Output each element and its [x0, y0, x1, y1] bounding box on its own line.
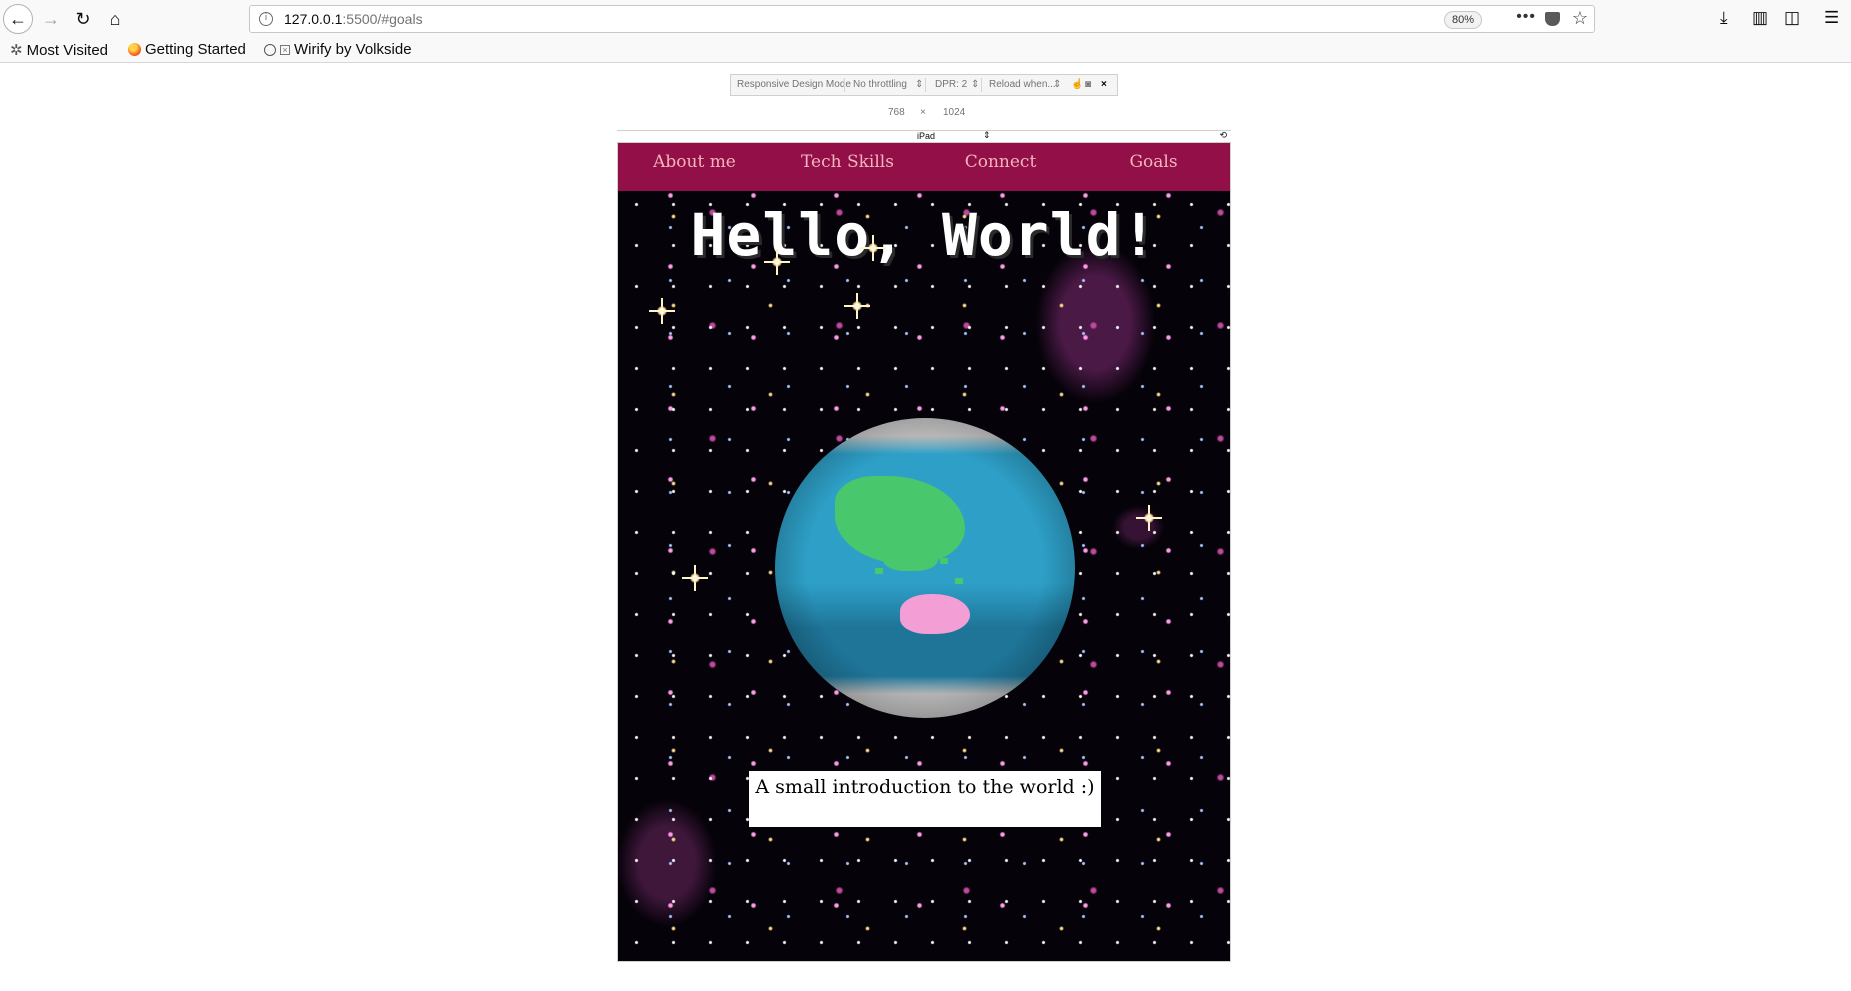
site-nav: About me Tech Skills Connect Goals [618, 143, 1230, 191]
bookmark-wirify[interactable]: × Wirify by Volkside [264, 41, 412, 58]
camera-icon[interactable]: ◙ [1085, 79, 1091, 90]
close-box-icon: × [280, 44, 290, 55]
sparkle-star [1136, 505, 1162, 531]
nav-goals[interactable]: Goals [1077, 143, 1230, 191]
browser-toolbar: ← → ↻ ⌂ i 127.0.0.1:5500/#goals 80% ••• … [0, 0, 1851, 38]
touch-icon[interactable]: ☝ [1071, 79, 1083, 90]
dpr-select[interactable]: DPR: 2 [935, 79, 967, 90]
sidebar-icon[interactable]: ◫ [1784, 8, 1800, 28]
reload-when-select[interactable]: Reload when... [989, 79, 1056, 90]
firefox-icon [128, 43, 141, 56]
page-heading: Hello, World! [690, 201, 1158, 269]
rdm-title: Responsive Design Mode [737, 79, 851, 90]
info-icon[interactable]: i [259, 12, 273, 26]
close-icon[interactable]: × [1101, 79, 1107, 90]
arrow-left-icon: ← [9, 8, 27, 29]
sparkle-star [860, 235, 886, 261]
url-path: :5500/#goals [342, 11, 423, 27]
nav-connect[interactable]: Connect [924, 143, 1077, 191]
reload-button[interactable]: ↻ [68, 4, 98, 34]
url-bar[interactable]: i 127.0.0.1:5500/#goals 80% ••• ☆ [249, 5, 1595, 33]
globe-icon [264, 43, 276, 56]
gear-icon: ✲ [10, 42, 23, 59]
viewport-width[interactable]: 768 [888, 107, 905, 118]
throttling-select[interactable]: No throttling [853, 79, 907, 90]
bookmarks-bar: ✲ Most Visited Getting Started × Wirify … [0, 38, 1851, 63]
emulated-viewport: About me Tech Skills Connect Goals Hello… [617, 142, 1231, 962]
rotate-icon[interactable]: ⟲ [1219, 130, 1227, 141]
library-icon[interactable]: ▥ [1752, 8, 1768, 28]
device-label: iPad [917, 131, 936, 141]
bookmark-label: Most Visited [26, 41, 109, 59]
pocket-icon[interactable] [1545, 12, 1560, 26]
chevron-updown-icon: ⇕ [915, 79, 924, 90]
bookmark-getting-started[interactable]: Getting Started [128, 41, 246, 58]
forward-button[interactable]: → [36, 4, 66, 34]
sparkle-star [649, 298, 675, 324]
sparkle-star [764, 249, 790, 275]
more-actions-icon[interactable]: ••• [1516, 8, 1536, 26]
home-button[interactable]: ⌂ [100, 4, 130, 34]
url-host: 127.0.0.1 [284, 11, 343, 27]
bookmark-label: Getting Started [145, 41, 246, 58]
arrow-right-icon: → [42, 8, 60, 29]
bookmark-most-visited[interactable]: ✲ Most Visited [10, 41, 109, 60]
bookmark-star-icon[interactable]: ☆ [1572, 8, 1588, 29]
download-icon[interactable]: ⤓ [1720, 8, 1728, 28]
nav-tech-skills[interactable]: Tech Skills [771, 143, 924, 191]
zoom-badge[interactable]: 80% [1443, 11, 1482, 29]
earth-image [775, 418, 1075, 718]
home-icon: ⌂ [109, 8, 121, 29]
viewport-height[interactable]: 1024 [943, 107, 965, 118]
chevron-updown-icon: ⇕ [971, 79, 980, 90]
southeast-asia-landmass [883, 543, 938, 571]
nav-about-me[interactable]: About me [618, 143, 771, 191]
rdm-toolbar: Responsive Design Mode No throttling ⇕ D… [730, 74, 1118, 96]
device-selector[interactable]: iPad ⇕ ⟲ [617, 130, 1231, 142]
bookmark-label: Wirify by Volkside [294, 41, 412, 58]
sparkle-star [682, 565, 708, 591]
intro-caption: A small introduction to the world :) [749, 771, 1101, 827]
chevron-updown-icon: ⇕ [1053, 79, 1062, 90]
dimension-separator: × [920, 107, 926, 118]
sparkle-star [844, 293, 870, 319]
australia-landmass [900, 594, 970, 634]
reload-icon: ↻ [75, 8, 91, 29]
chevron-updown-icon: ⇕ [983, 130, 991, 140]
url-text[interactable]: 127.0.0.1:5500/#goals [284, 11, 423, 27]
back-button[interactable]: ← [3, 4, 33, 34]
menu-icon[interactable]: ☰ [1824, 8, 1839, 28]
